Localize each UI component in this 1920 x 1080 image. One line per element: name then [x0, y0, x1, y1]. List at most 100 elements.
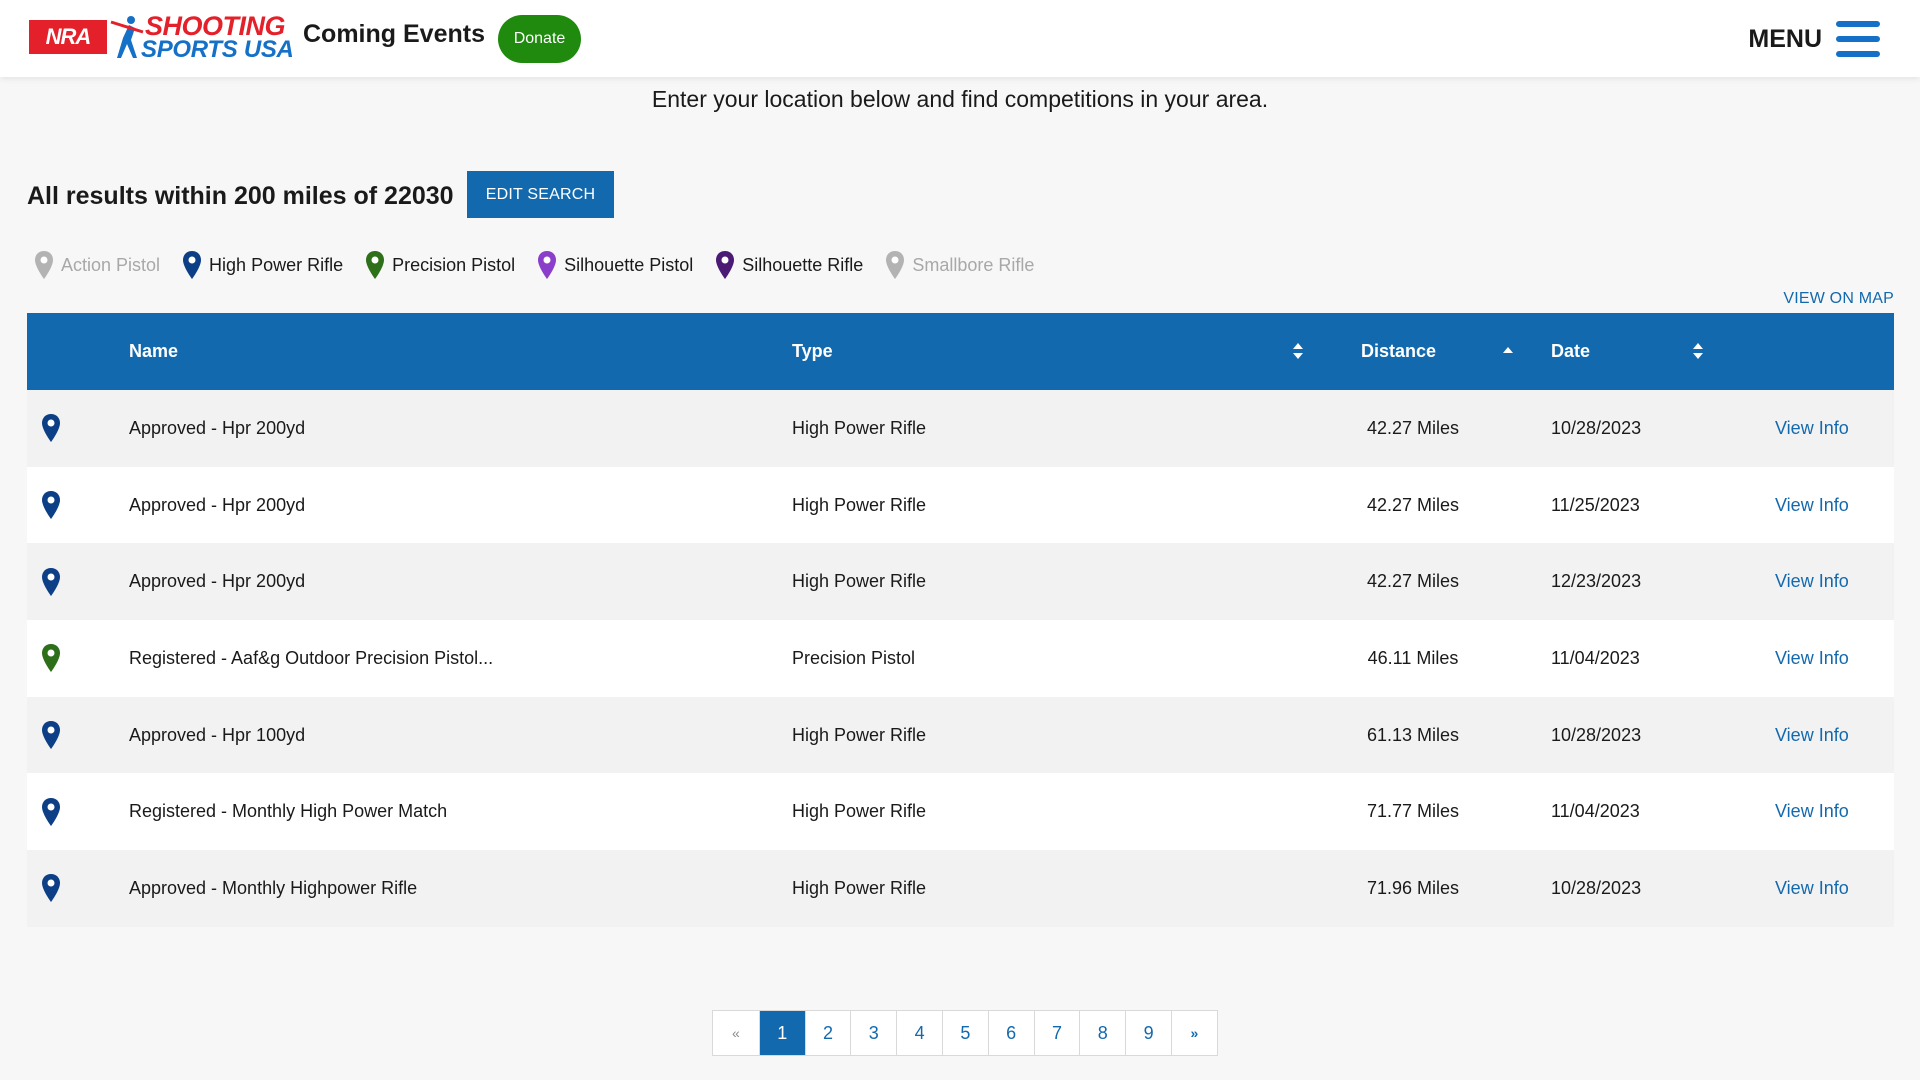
map-pin-icon [886, 251, 905, 279]
pagination: «1 2 3 4 5 6 7 8 9» [712, 1010, 1218, 1056]
column-header-type-label: Type [792, 341, 833, 361]
row-pin-cell [41, 850, 61, 927]
event-type: Precision Pistol [792, 647, 916, 668]
pagination-next-button[interactable]: » [1170, 1011, 1217, 1055]
table-row: Approved - Hpr 100yd High Power Rifle 61.1… [27, 696, 1894, 774]
event-distance: 42.27 Miles [1366, 571, 1460, 592]
column-header-distance[interactable]: Distance [1361, 313, 1436, 390]
event-distance: 61.13 Miles [1366, 724, 1460, 745]
view-info-link[interactable]: View Info [1775, 467, 1849, 544]
event-name: Registered - Monthly High Power Match [129, 801, 448, 822]
event-name: Approved - Hpr 100yd [129, 724, 306, 745]
menu-label: MENU [1748, 24, 1822, 53]
row-pin-cell [41, 697, 61, 774]
legend-item[interactable]: Silhouette Rifle [715, 250, 863, 280]
column-header-date[interactable]: Date [1551, 313, 1590, 390]
intro-text: Enter your location below and find compe… [651, 86, 1269, 112]
table-header: Name Type Distance Date [27, 313, 1894, 390]
event-date: 11/04/2023 [1551, 647, 1640, 668]
event-date: 11/25/2023 [1551, 494, 1640, 515]
row-pin-cell [41, 773, 61, 850]
map-pin-icon [42, 797, 60, 826]
event-date: 12/23/2023 [1551, 571, 1642, 592]
site-header: NRA SHOOTING SPORTS USA Coming Events Do… [0, 0, 1920, 77]
column-header-type[interactable]: Type [792, 313, 833, 390]
table-row: Approved - Monthly Highpower Rifle High P… [27, 850, 1894, 927]
legend-item-label: Smallbore Rifle [912, 254, 1035, 275]
legend-item-label: Action Pistol [61, 254, 161, 275]
legend-item[interactable]: High Power Rifle [182, 250, 343, 280]
event-name: Registered - Aaf&g Outdoor Precision Pis… [129, 647, 494, 668]
page-title: Coming Events [303, 20, 485, 48]
map-pin-icon [366, 251, 385, 279]
sort-ascending-icon[interactable] [1502, 341, 1514, 361]
table-row: Approved - Hpr 200yd High Power Rifle 42.2… [27, 543, 1894, 621]
view-info-link[interactable]: View Info [1775, 620, 1849, 697]
view-on-map-link[interactable]: VIEW ON MAP [1783, 290, 1894, 308]
event-distance: 46.11 Miles [1367, 647, 1459, 668]
event-distance: 42.27 Miles [1366, 417, 1460, 438]
pagination-page-button[interactable]: 8 [1079, 1011, 1125, 1055]
events-table: Name Type Distance Date Approved - Hpr 2… [27, 313, 1894, 927]
map-pin-icon [42, 414, 60, 443]
pagination-page-button[interactable]: 7 [1033, 1011, 1080, 1055]
view-info-link[interactable]: View Info [1775, 697, 1849, 774]
view-info-link[interactable]: View Info [1775, 773, 1849, 850]
legend-item[interactable]: Smallbore Rifle [885, 250, 1034, 280]
view-info-link[interactable]: View Info [1775, 543, 1849, 620]
legend-item[interactable]: Silhouette Pistol [537, 250, 693, 280]
event-date: 10/28/2023 [1551, 417, 1642, 438]
event-date: 10/28/2023 [1551, 877, 1642, 898]
map-pin-icon [42, 567, 60, 596]
hamburger-icon [1836, 21, 1880, 57]
column-header-distance-label: Distance [1361, 341, 1437, 361]
map-pin-icon [716, 251, 735, 279]
menu-button[interactable]: MENU [1748, 20, 1880, 58]
site-logo[interactable]: NRA SHOOTING SPORTS USA [29, 13, 294, 62]
table-body: Approved - Hpr 200yd High Power Rifle 42.2… [27, 390, 1894, 927]
event-type: High Power Rifle [792, 417, 927, 438]
table-row: Approved - Hpr 200yd High Power Rifle 42.2… [27, 390, 1894, 467]
row-pin-cell [41, 390, 61, 467]
event-distance: 71.77 Miles [1366, 801, 1460, 822]
legend-item[interactable]: Precision Pistol [365, 250, 515, 280]
event-name: Approved - Hpr 200yd [129, 571, 306, 592]
view-info-link[interactable]: View Info [1775, 390, 1849, 467]
event-distance: 42.27 Miles [1366, 494, 1460, 515]
pagination-page-button[interactable]: 6 [987, 1011, 1034, 1055]
table-row: Approved - Hpr 200yd High Power Rifle 42.2… [27, 466, 1894, 544]
map-pin-icon [42, 721, 60, 750]
map-pin-icon [42, 644, 60, 673]
view-info-link[interactable]: View Info [1775, 850, 1849, 927]
shooter-figure-icon [110, 16, 144, 58]
legend-item-label: High Power Rifle [209, 254, 344, 275]
event-type: High Power Rifle [792, 494, 927, 515]
table-row: Registered - Aaf&g Outdoor Precision Pis… [27, 620, 1894, 697]
legend-item[interactable]: Action Pistol [34, 250, 160, 280]
pagination-page-button[interactable]: 3 [850, 1011, 896, 1055]
sort-both-icon[interactable] [1292, 341, 1304, 361]
event-type: High Power Rifle [792, 724, 927, 745]
edit-search-button[interactable]: EDIT SEARCH [467, 171, 614, 218]
results-heading: All results within 200 miles of 22030 [27, 182, 454, 210]
pagination-page-button[interactable]: 2 [804, 1011, 851, 1055]
pagination-page-button[interactable]: 4 [896, 1011, 942, 1055]
map-pin-icon [538, 251, 557, 279]
row-pin-cell [41, 543, 61, 620]
map-pin-icon [35, 251, 53, 279]
pagination-prev-button[interactable]: « [713, 1011, 759, 1055]
row-pin-cell [41, 467, 61, 544]
pagination-page-button[interactable]: 5 [941, 1011, 988, 1055]
pagination-page-button[interactable]: 9 [1125, 1011, 1171, 1055]
donate-button[interactable]: Donate [498, 15, 581, 63]
column-header-name[interactable]: Name [129, 313, 178, 390]
legend-item-label: Precision Pistol [392, 254, 516, 275]
legend-item-label: Silhouette Rifle [742, 254, 864, 275]
event-type: High Power Rifle [792, 877, 927, 898]
event-distance: 71.96 Miles [1366, 877, 1460, 898]
pagination-page-button[interactable]: 1 [758, 1011, 805, 1055]
sort-both-icon[interactable] [1692, 341, 1704, 361]
logo-text-bottom: SPORTS USA [141, 36, 294, 63]
legend-item-label: Silhouette Pistol [564, 254, 694, 275]
event-name: Approved - Hpr 200yd [129, 417, 306, 438]
